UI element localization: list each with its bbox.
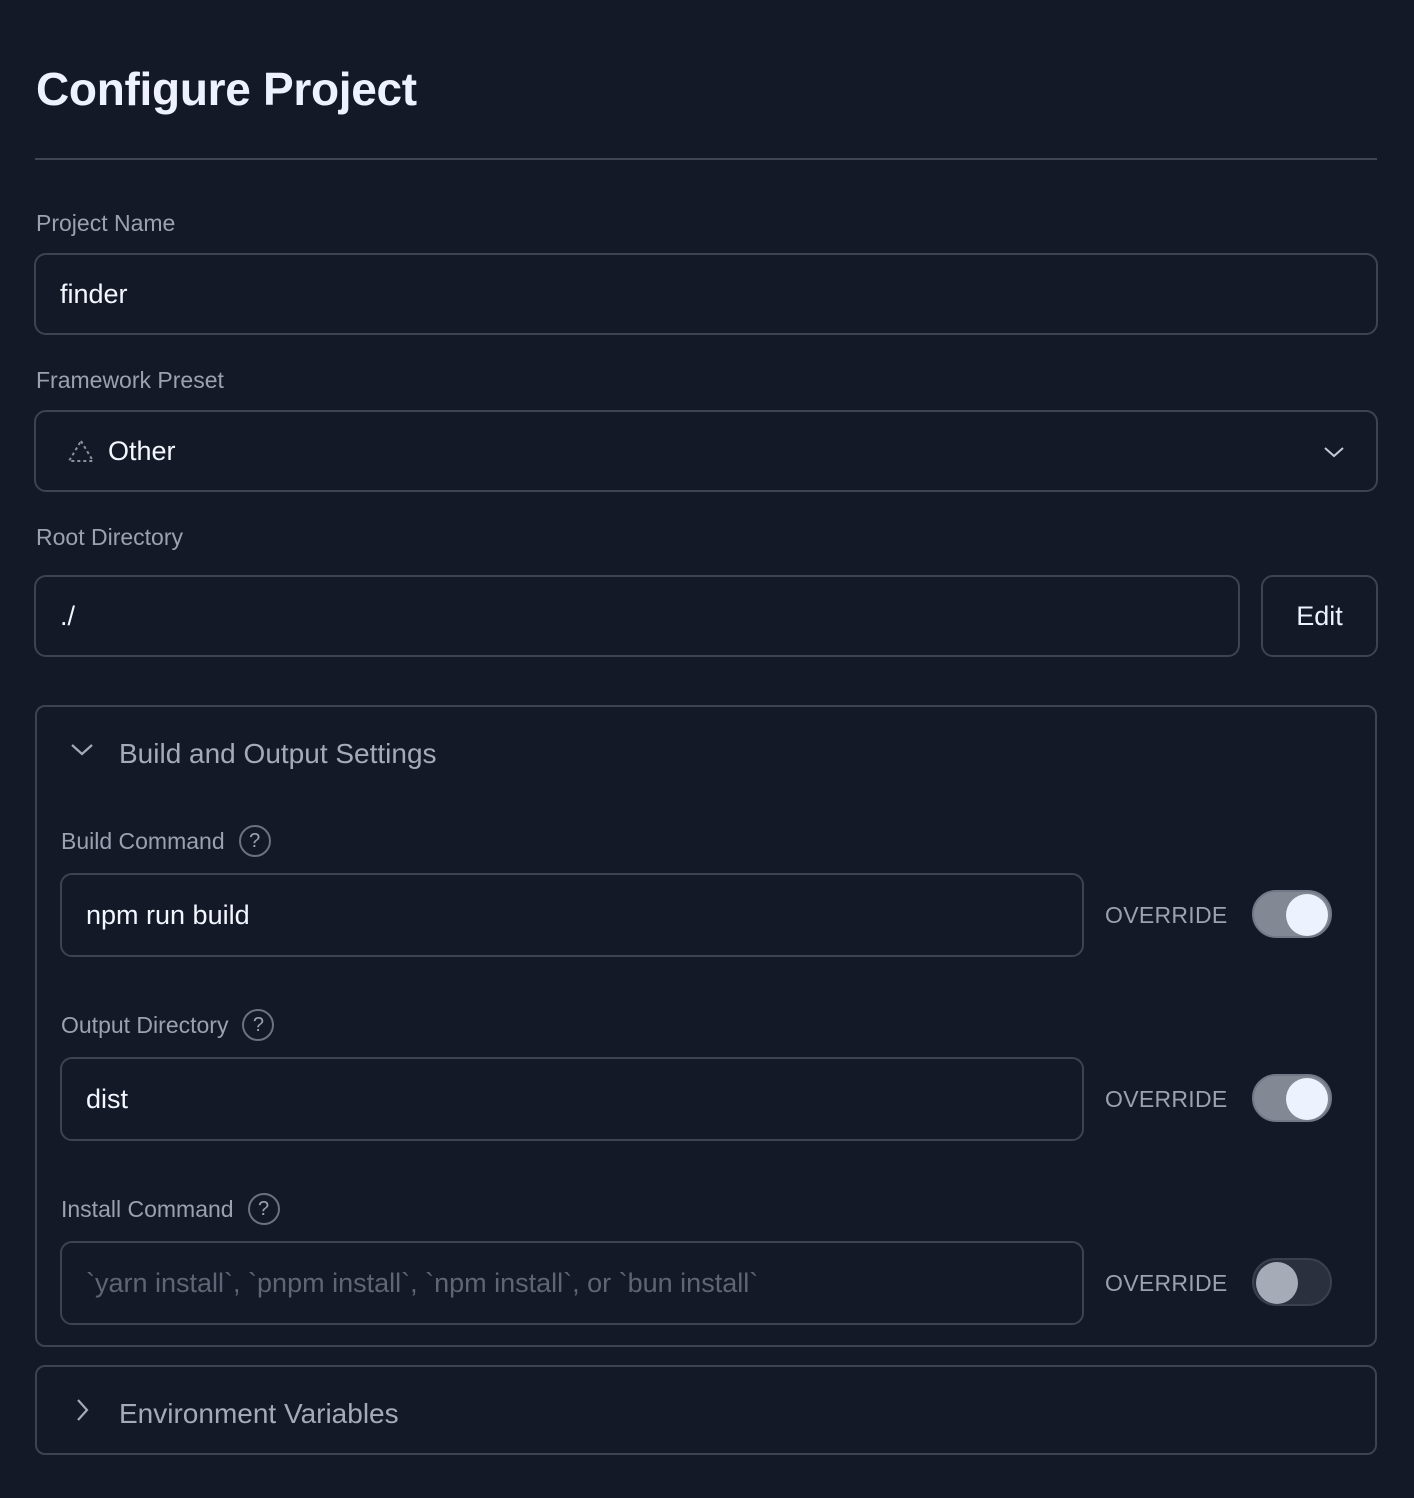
build-output-settings-toggle[interactable]: Build and Output Settings <box>67 735 437 772</box>
environment-variables-title: Environment Variables <box>119 1397 399 1429</box>
output-directory-override-label: OVERRIDE <box>1105 1086 1228 1112</box>
output-directory-input[interactable]: dist <box>60 1057 1084 1141</box>
root-directory-input[interactable]: ./ <box>34 575 1240 657</box>
help-icon[interactable]: ? <box>242 1009 275 1041</box>
framework-preset-label: Framework Preset <box>36 367 224 393</box>
chevron-down-icon <box>1322 440 1346 464</box>
chevron-down-icon <box>67 735 97 772</box>
environment-variables-toggle[interactable]: Environment Variables <box>67 1395 399 1432</box>
edit-root-directory-button[interactable]: Edit <box>1261 575 1378 657</box>
install-command-label-row: Install Command ? <box>61 1193 280 1225</box>
chevron-right-icon <box>67 1395 97 1432</box>
build-command-input[interactable]: npm run build <box>60 873 1084 957</box>
build-output-settings-title: Build and Output Settings <box>119 737 437 769</box>
triangle-dashed-icon <box>66 438 96 464</box>
framework-preset-value: Other <box>108 435 176 466</box>
build-command-label: Build Command <box>61 827 225 854</box>
toggle-knob <box>1286 1078 1328 1120</box>
install-command-override-toggle[interactable] <box>1252 1258 1332 1306</box>
output-directory-label: Output Directory <box>61 1011 229 1038</box>
root-directory-value: ./ <box>60 600 76 631</box>
build-command-label-row: Build Command ? <box>61 825 271 857</box>
configure-project-page: Configure Project Project Name finder Fr… <box>0 0 1414 1498</box>
framework-preset-select[interactable]: Other <box>34 410 1378 492</box>
build-output-settings-panel: Build and Output Settings Build Command … <box>35 705 1377 1347</box>
help-icon[interactable]: ? <box>247 1193 280 1225</box>
install-command-input[interactable]: `yarn install`, `pnpm install`, `npm ins… <box>60 1241 1084 1325</box>
install-command-override-label: OVERRIDE <box>1105 1270 1228 1296</box>
title-divider <box>35 158 1377 160</box>
project-name-value: finder <box>60 278 128 309</box>
project-name-label: Project Name <box>36 210 176 236</box>
environment-variables-panel[interactable]: Environment Variables <box>35 1365 1377 1455</box>
project-name-input[interactable]: finder <box>34 253 1378 335</box>
toggle-knob <box>1286 894 1328 936</box>
toggle-knob <box>1256 1262 1298 1304</box>
page-title: Configure Project <box>36 63 417 115</box>
root-directory-label: Root Directory <box>36 524 183 550</box>
output-directory-label-row: Output Directory ? <box>61 1009 275 1041</box>
install-command-label: Install Command <box>61 1195 234 1222</box>
build-command-override-label: OVERRIDE <box>1105 902 1228 928</box>
help-icon[interactable]: ? <box>238 825 271 857</box>
build-command-value: npm run build <box>86 899 250 930</box>
output-directory-override-toggle[interactable] <box>1252 1074 1332 1122</box>
build-command-override-toggle[interactable] <box>1252 890 1332 938</box>
output-directory-value: dist <box>86 1083 129 1114</box>
install-command-placeholder: `yarn install`, `pnpm install`, `npm ins… <box>86 1267 759 1298</box>
